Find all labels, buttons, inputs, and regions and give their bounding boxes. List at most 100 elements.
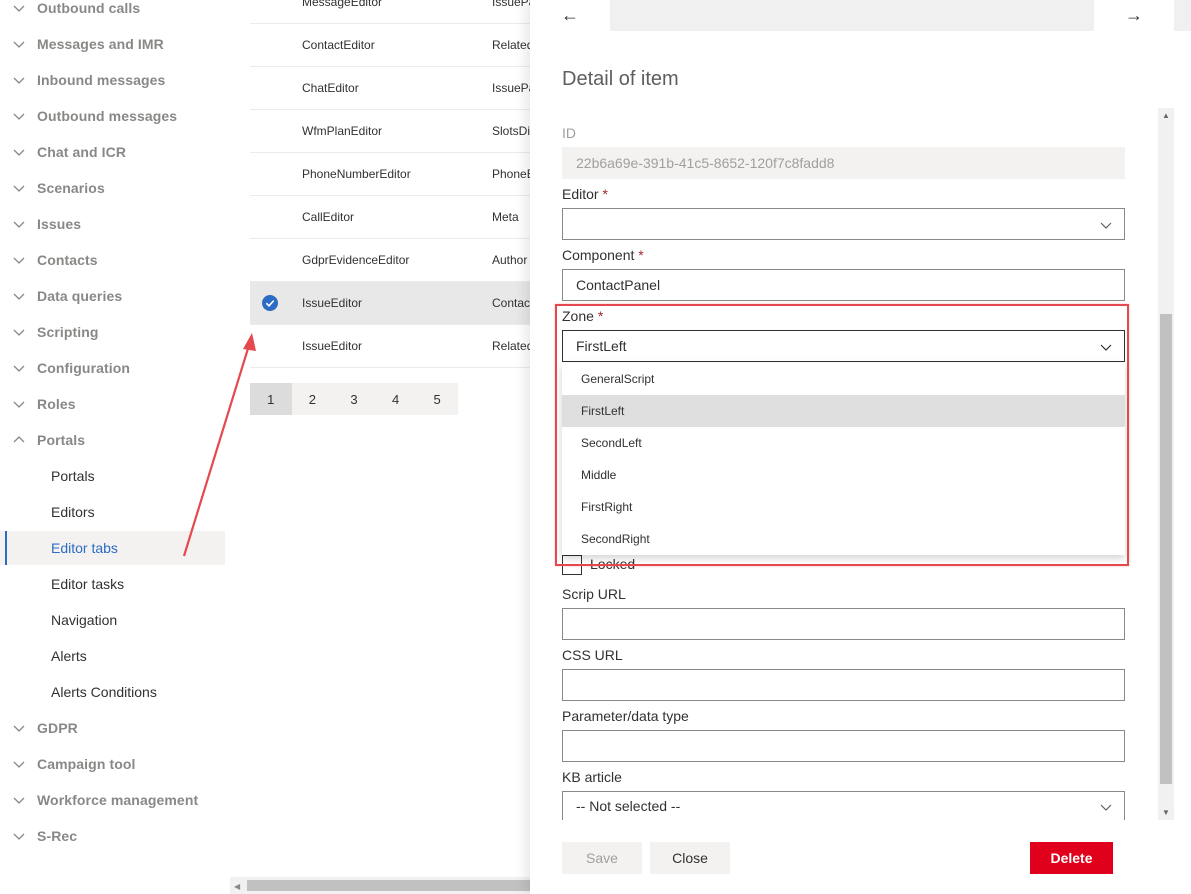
- table-row[interactable]: GdprEvidenceEditor Author: [250, 239, 540, 282]
- nav-group-scripting[interactable]: Scripting: [0, 314, 230, 350]
- nav-group-label: Outbound messages: [37, 108, 178, 124]
- close-button[interactable]: Close: [650, 842, 730, 874]
- chevron-down-icon: [13, 149, 25, 156]
- chevron-down-icon: [13, 365, 25, 372]
- editor-label: Editor *: [562, 186, 608, 202]
- nav-group-label: Configuration: [37, 360, 131, 376]
- nav-group-s-rec[interactable]: S-Rec: [0, 818, 230, 854]
- page-button-5[interactable]: 5: [416, 383, 458, 415]
- checkmark-circle-icon[interactable]: [262, 295, 278, 311]
- scroll-down-icon[interactable]: ▼: [1162, 808, 1170, 817]
- chevron-down-icon: [13, 725, 25, 732]
- scroll-left-icon[interactable]: ◀: [234, 882, 240, 891]
- css-url-label: CSS URL: [562, 647, 623, 663]
- sidebar-item-editor-tasks[interactable]: Editor tasks: [0, 567, 225, 601]
- nav-group-issues[interactable]: Issues: [0, 206, 230, 242]
- parameter-input[interactable]: [562, 730, 1125, 762]
- sidebar-item-editors[interactable]: Editors: [0, 495, 225, 529]
- nav-group-roles[interactable]: Roles: [0, 386, 230, 422]
- nav-group-label: Chat and ICR: [37, 144, 127, 160]
- chevron-down-icon: [13, 113, 25, 120]
- nav-group-campaign-tool[interactable]: Campaign tool: [0, 746, 230, 782]
- nav-group-configuration[interactable]: Configuration: [0, 350, 230, 386]
- horizontal-scrollbar[interactable]: ◀: [230, 877, 530, 894]
- scrollbar-thumb[interactable]: [247, 880, 530, 891]
- row-component: Contac: [492, 296, 531, 310]
- table-row[interactable]: WfmPlanEditor SlotsDi: [250, 110, 540, 153]
- nav-group-label: Contacts: [37, 252, 98, 268]
- parameter-label: Parameter/data type: [562, 708, 689, 724]
- nav-group-data-queries[interactable]: Data queries: [0, 278, 230, 314]
- nav-group-gdpr[interactable]: GDPR: [0, 710, 230, 746]
- table-row[interactable]: PhoneNumberEditor PhoneE: [250, 153, 540, 196]
- page-button-3[interactable]: 3: [333, 383, 375, 415]
- sidebar-item-alerts-conditions[interactable]: Alerts Conditions: [0, 675, 225, 709]
- nav-group-label: Portals: [37, 432, 86, 448]
- nav-group-scenarios[interactable]: Scenarios: [0, 170, 230, 206]
- row-component: Related: [492, 339, 534, 353]
- chevron-down-icon: [13, 761, 25, 768]
- row-editor: WfmPlanEditor: [302, 124, 383, 138]
- table-row[interactable]: CallEditor Meta: [250, 196, 540, 239]
- scroll-up-icon[interactable]: ▲: [1162, 111, 1170, 120]
- sidebar-item-label: Navigation: [51, 612, 118, 628]
- page-button-1[interactable]: 1: [250, 383, 292, 415]
- component-label: Component *: [562, 247, 644, 263]
- sidebar: Outbound calls Messages and IMR Inbound …: [0, 0, 230, 894]
- nav-group-label: Issues: [37, 216, 82, 232]
- nav-group-contacts[interactable]: Contacts: [0, 242, 230, 278]
- row-editor: GdprEvidenceEditor: [302, 253, 410, 267]
- sidebar-item-label: Editor tabs: [51, 540, 118, 556]
- sidebar-item-navigation[interactable]: Navigation: [0, 603, 225, 637]
- pagination: 1 2 3 4 5: [250, 383, 458, 415]
- component-input[interactable]: ContactPanel: [562, 269, 1125, 301]
- vertical-scrollbar[interactable]: ▲ ▼: [1158, 108, 1174, 820]
- scrollbar-thumb[interactable]: [1160, 314, 1172, 784]
- editor-dropdown[interactable]: [562, 208, 1125, 240]
- component-value: ContactPanel: [576, 277, 661, 293]
- required-mark: *: [602, 186, 608, 202]
- script-url-input[interactable]: [562, 608, 1125, 640]
- page-button-4[interactable]: 4: [375, 383, 417, 415]
- nav-group-label: Inbound messages: [37, 72, 166, 88]
- nav-group-messages-imr[interactable]: Messages and IMR: [0, 26, 230, 62]
- row-component: PhoneE: [492, 167, 535, 181]
- row-editor: IssueEditor: [302, 296, 363, 310]
- page-button-2[interactable]: 2: [292, 383, 334, 415]
- previous-item-button[interactable]: ←: [530, 0, 610, 31]
- table-row[interactable]: MessageEditor IssuePa: [250, 0, 540, 24]
- row-editor: IssueEditor: [302, 339, 363, 353]
- nav-group-chat-icr[interactable]: Chat and ICR: [0, 134, 230, 170]
- css-url-input[interactable]: [562, 669, 1125, 701]
- kb-article-dropdown[interactable]: -- Not selected --: [562, 791, 1125, 820]
- id-field: 22b6a69e-391b-41c5-8652-120f7c8fadd8: [562, 147, 1125, 179]
- nav-group-outbound-calls[interactable]: Outbound calls: [0, 0, 230, 26]
- id-label: ID: [562, 125, 576, 141]
- sidebar-item-label: Alerts Conditions: [51, 684, 157, 700]
- row-editor: CallEditor: [302, 210, 355, 224]
- save-button[interactable]: Save: [562, 842, 642, 874]
- chevron-down-icon: [13, 797, 25, 804]
- sidebar-item-alerts[interactable]: Alerts: [0, 639, 225, 673]
- nav-group-inbound-messages[interactable]: Inbound messages: [0, 62, 230, 98]
- row-component: Meta: [492, 210, 519, 224]
- table-row-selected[interactable]: IssueEditor Contac: [250, 282, 540, 325]
- nav-group-label: Workforce management: [37, 792, 199, 808]
- nav-group-portals[interactable]: Portals: [0, 422, 230, 458]
- table-row[interactable]: IssueEditor Related: [250, 325, 540, 368]
- sidebar-item-editor-tabs[interactable]: Editor tabs: [0, 531, 225, 565]
- chevron-down-icon: [13, 5, 25, 12]
- row-editor: PhoneNumberEditor: [302, 167, 411, 181]
- chevron-down-icon: [1100, 222, 1112, 229]
- nav-group-workforce-management[interactable]: Workforce management: [0, 782, 230, 818]
- nav-group-outbound-messages[interactable]: Outbound messages: [0, 98, 230, 134]
- script-url-label: Scrip URL: [562, 586, 626, 602]
- delete-button[interactable]: Delete: [1030, 842, 1113, 874]
- table-row[interactable]: ContactEditor Related: [250, 24, 540, 67]
- table-row[interactable]: ChatEditor IssuePa: [250, 67, 540, 110]
- panel-title: Detail of item: [562, 68, 679, 90]
- component-label-text: Component: [562, 247, 635, 263]
- sidebar-item-portals[interactable]: Portals: [0, 459, 225, 493]
- row-editor: ContactEditor: [302, 38, 375, 52]
- next-item-button[interactable]: →: [1094, 0, 1174, 31]
